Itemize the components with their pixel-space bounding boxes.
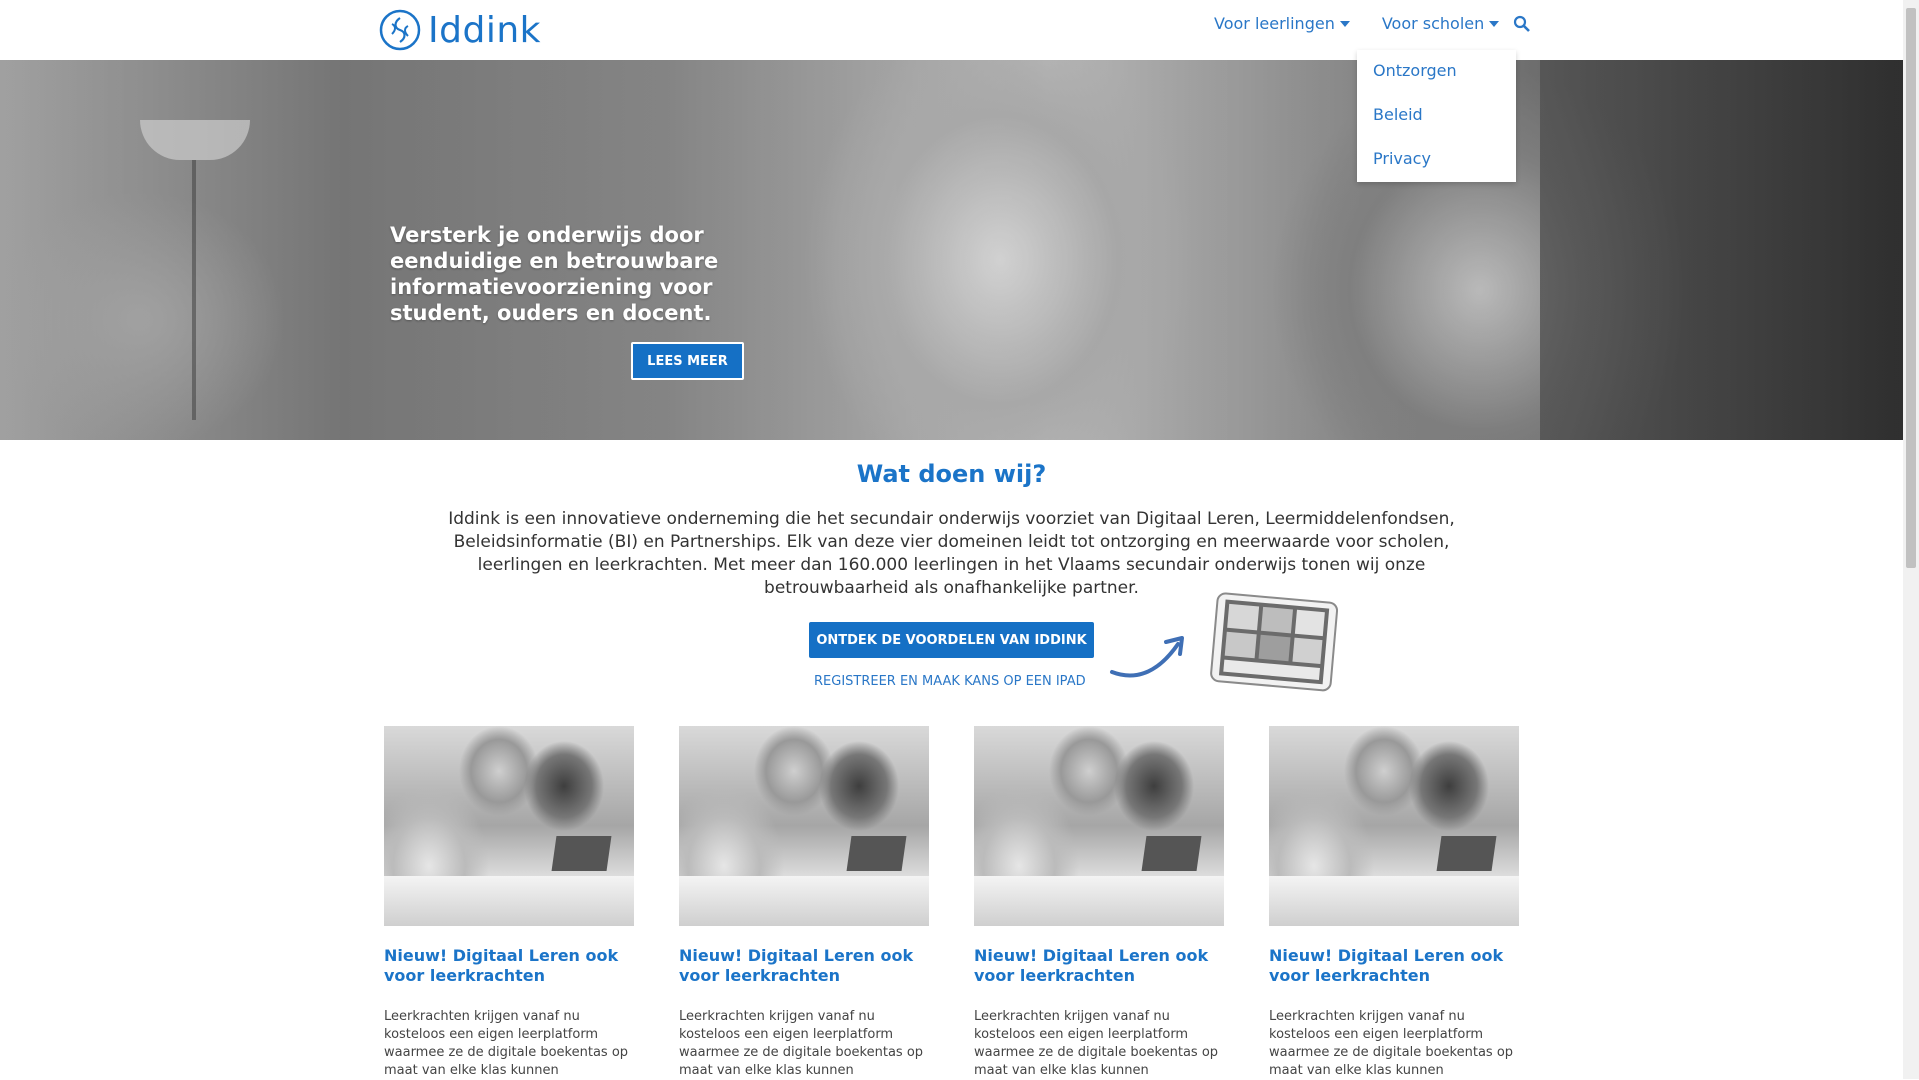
main-nav: Voor leerlingen Voor scholen xyxy=(1214,14,1531,33)
voor-scholen-dropdown: Ontzorgen Beleid Privacy xyxy=(1357,50,1516,182)
lees-meer-button[interactable]: LEES MEER xyxy=(631,342,744,380)
caret-down-icon xyxy=(1489,20,1500,27)
news-card[interactable]: Nieuw! Digitaal Leren ook voor leerkrach… xyxy=(974,726,1224,1080)
logo[interactable]: Iddink xyxy=(378,6,541,54)
section-title: Wat doen wij? xyxy=(856,460,1047,488)
caret-down-icon xyxy=(1339,20,1350,27)
news-card-desc: Leerkrachten krijgen vanaf nu kosteloos … xyxy=(384,1009,629,1078)
arrow-icon xyxy=(1110,636,1184,678)
dropdown-item-beleid[interactable]: Beleid xyxy=(1373,105,1423,124)
dropdown-item-ontzorgen[interactable]: Ontzorgen xyxy=(1373,61,1457,80)
news-card-desc: Leerkrachten krijgen vanaf nu kosteloos … xyxy=(679,1009,924,1078)
news-card[interactable]: Nieuw! Digitaal Leren ook voor leerkrach… xyxy=(1269,726,1519,1080)
news-card[interactable]: Nieuw! Digitaal Leren ook voor leerkrach… xyxy=(679,726,929,1080)
news-card-title[interactable]: Nieuw! Digitaal Leren ook voor leerkrach… xyxy=(974,946,1224,986)
news-card-desc: Leerkrachten krijgen vanaf nu kosteloos … xyxy=(974,1009,1219,1078)
scrollbar-thumb[interactable] xyxy=(1906,8,1916,568)
vertical-scrollbar[interactable] xyxy=(1903,0,1919,1079)
news-card-title[interactable]: Nieuw! Digitaal Leren ook voor leerkrach… xyxy=(679,946,929,986)
search-icon[interactable] xyxy=(1513,15,1531,33)
ontdek-voordelen-button[interactable]: ONTDEK DE VOORDELEN VAN IDDINK xyxy=(809,622,1094,658)
news-card-image xyxy=(679,726,929,926)
news-card-image xyxy=(384,726,634,926)
iddink-logo-icon xyxy=(379,9,421,51)
ipad-icon[interactable] xyxy=(1208,592,1342,694)
news-card-title[interactable]: Nieuw! Digitaal Leren ook voor leerkrach… xyxy=(384,946,634,986)
hero-banner: Versterk je onderwijs door eenduidige en… xyxy=(0,60,1903,440)
nav-label: Voor leerlingen xyxy=(1214,14,1335,33)
news-card-desc: Leerkrachten krijgen vanaf nu kosteloos … xyxy=(1269,1009,1514,1078)
site-header: Iddink Voor leerlingen Voor scholen xyxy=(0,0,1903,60)
nav-label: Voor scholen xyxy=(1381,14,1485,33)
nav-voor-leerlingen[interactable]: Voor leerlingen xyxy=(1214,14,1350,33)
hero-text: Versterk je onderwijs door eenduidige en… xyxy=(390,223,719,325)
news-card-image xyxy=(974,726,1224,926)
intro-paragraph: Iddink is een innovatieve onderneming di… xyxy=(448,509,1455,598)
news-card-title[interactable]: Nieuw! Digitaal Leren ook voor leerkrach… xyxy=(1269,946,1519,986)
news-card-image xyxy=(1269,726,1519,926)
logo-text: Iddink xyxy=(428,9,541,51)
hero-overlay xyxy=(0,60,1903,440)
dropdown-item-privacy[interactable]: Privacy xyxy=(1373,149,1431,168)
register-ipad-link[interactable]: REGISTREER EN MAAK KANS OP EEN IPAD xyxy=(814,674,1086,689)
news-card[interactable]: Nieuw! Digitaal Leren ook voor leerkrach… xyxy=(384,726,634,1080)
nav-voor-scholen[interactable]: Voor scholen xyxy=(1381,14,1500,33)
